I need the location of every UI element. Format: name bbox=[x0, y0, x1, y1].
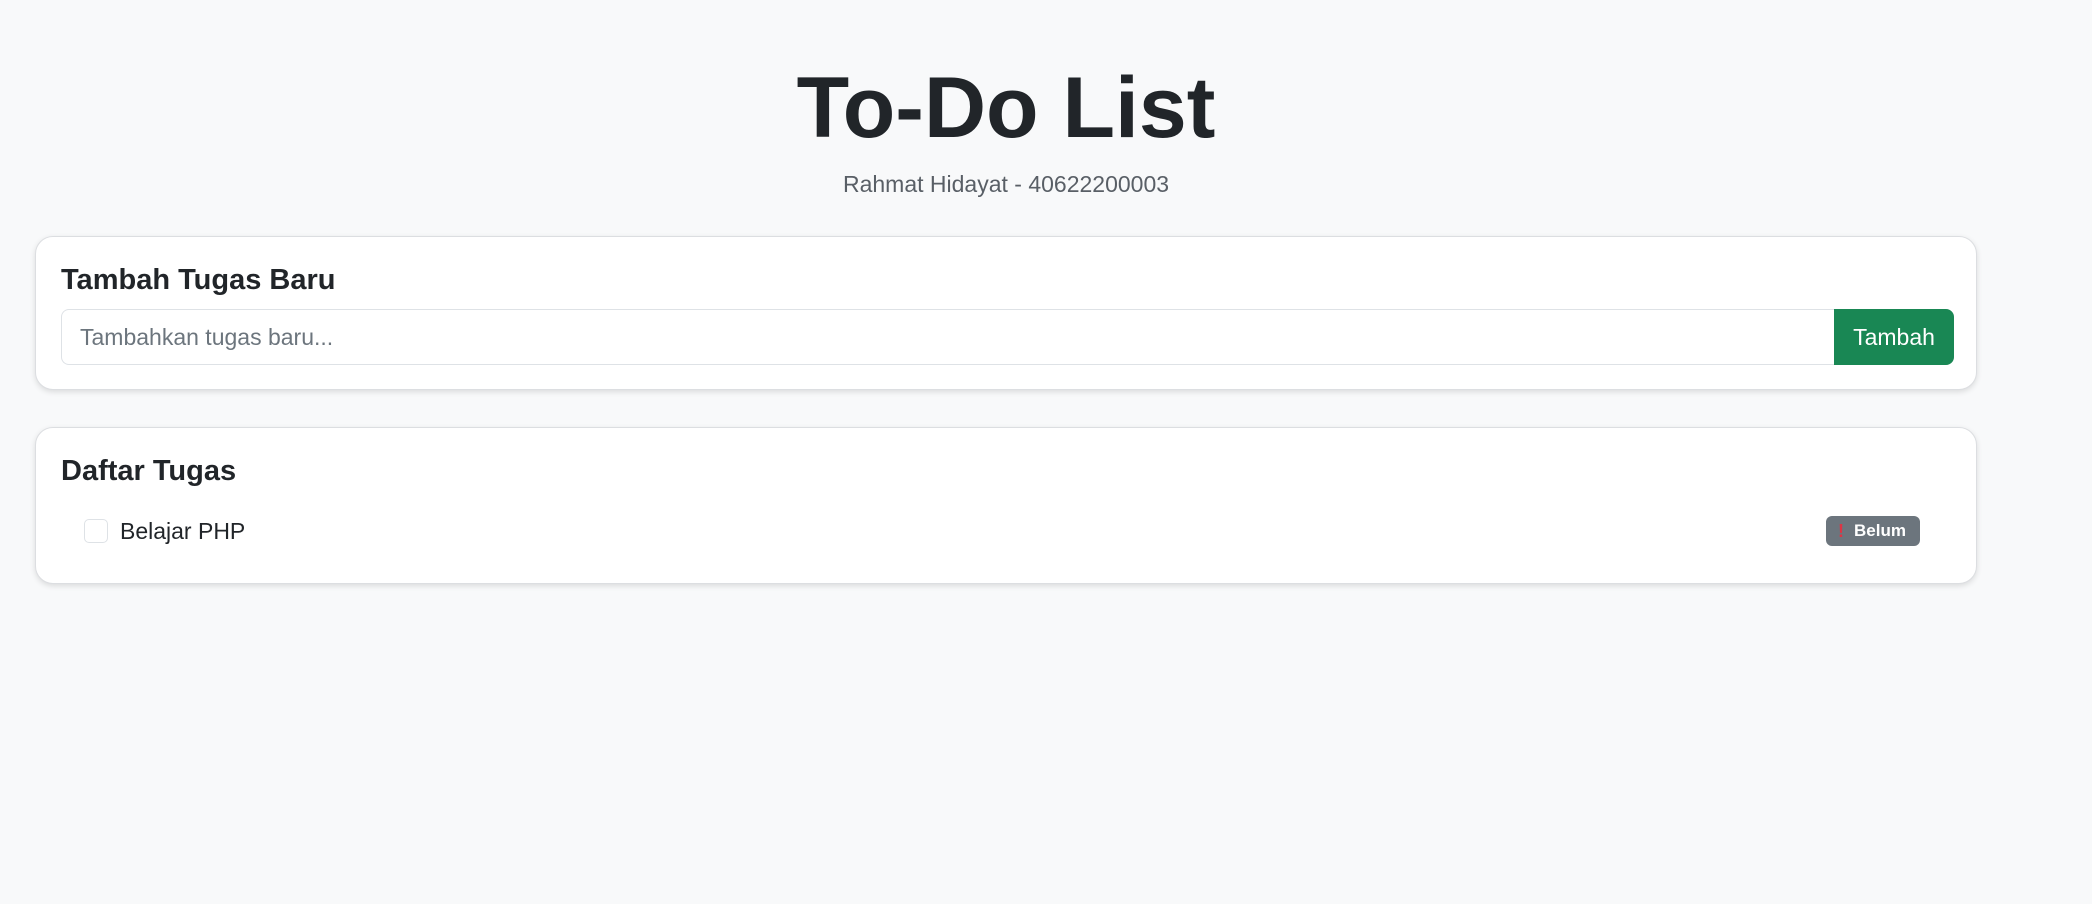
status-badge-label: Belum bbox=[1854, 521, 1906, 540]
add-task-input-group: Tambah bbox=[61, 309, 1954, 365]
add-task-card: Tambah Tugas Baru Tambah bbox=[35, 236, 1977, 390]
page-subtitle: Rahmat Hidayat - 40622200003 bbox=[842, 171, 1170, 197]
task-list-title: Daftar Tugas bbox=[61, 455, 237, 487]
add-task-button[interactable]: Tambah bbox=[1834, 309, 1954, 365]
status-badge: ! Belum bbox=[1826, 516, 1920, 546]
task-list-card: Daftar Tugas Belajar PHP ! Belum bbox=[35, 427, 1977, 584]
task-checkbox[interactable] bbox=[84, 519, 108, 543]
task-label: Belajar PHP bbox=[120, 518, 246, 544]
add-task-title: Tambah Tugas Baru bbox=[61, 264, 336, 296]
task-list-item: Belajar PHP ! Belum bbox=[84, 514, 1966, 548]
new-task-input[interactable] bbox=[61, 309, 1834, 365]
page-title: To-Do List bbox=[796, 60, 1216, 156]
app-container: To-Do List Rahmat Hidayat - 40622200003 … bbox=[0, 0, 2092, 904]
exclamation-icon: ! bbox=[1838, 521, 1845, 541]
